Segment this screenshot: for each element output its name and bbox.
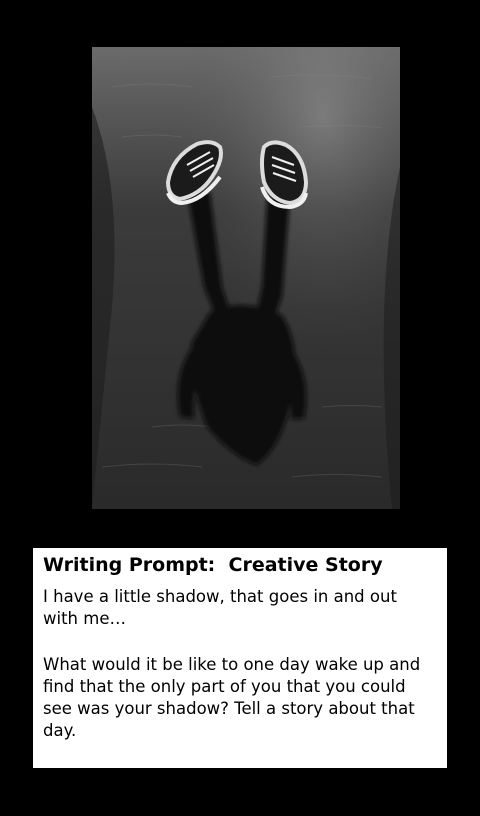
prompt-quote: I have a little shadow, that goes in and…	[43, 587, 397, 628]
writing-prompt-card: Writing Prompt: Creative Story I have a …	[33, 548, 447, 768]
prompt-question: What would it be like to one day wake up…	[43, 655, 421, 740]
prompt-title: Writing Prompt: Creative Story	[43, 554, 383, 576]
shadow-photo	[92, 47, 400, 509]
